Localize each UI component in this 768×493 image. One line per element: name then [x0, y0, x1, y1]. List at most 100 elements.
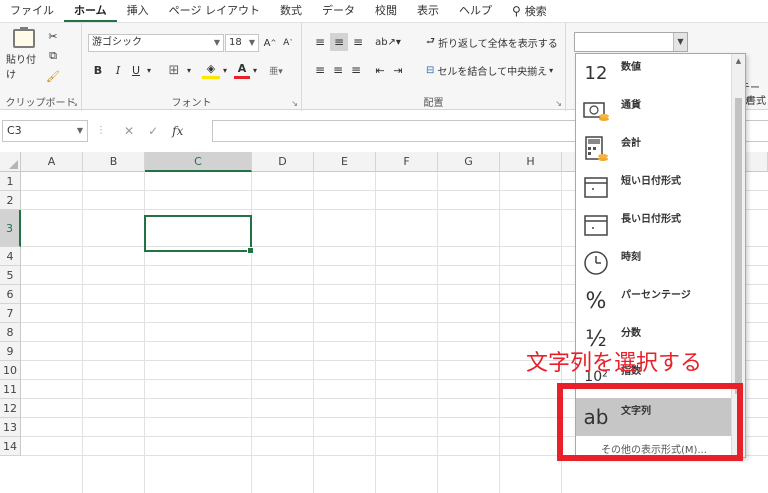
merge-center-button[interactable]: ⊟ セルを結合して中央揃え ▾: [426, 61, 562, 79]
merge-center-label: セルを結合して中央揃え: [437, 66, 548, 78]
wrap-text-button[interactable]: ⮐ 折り返して全体を表示する: [426, 33, 558, 51]
formula-actions: ✕ ✓ fx: [114, 120, 214, 142]
selected-cell-c3[interactable]: [144, 215, 254, 254]
align-center-icon[interactable]: ≡: [330, 61, 346, 79]
alignment-group: ≡ ≡ ≡ ab↗▾ ⮐ 折り返して全体を表示する ≡ ≡ ≡ ⇤ ⇥ ⊟ セルを結…: [302, 23, 566, 111]
number-format-icon: 12: [584, 62, 608, 84]
row-header-11[interactable]: 11: [0, 380, 21, 399]
wrap-text-label: 折り返して全体を表示する: [438, 38, 558, 50]
row-header-9[interactable]: 9: [0, 342, 21, 361]
format-item-label: パーセンテージ: [621, 290, 691, 301]
chevron-down-icon: ▾: [549, 65, 554, 75]
confirm-icon[interactable]: ✓: [148, 124, 158, 138]
format-item-label: 長い日付形式: [621, 214, 681, 225]
row-header-2[interactable]: 2: [0, 191, 21, 210]
tab-help[interactable]: ヘルプ: [449, 0, 502, 22]
cut-icon[interactable]: ✂: [46, 29, 60, 43]
tab-file[interactable]: ファイル: [0, 0, 64, 22]
font-color-icon[interactable]: A: [234, 61, 250, 79]
tab-review[interactable]: 校閲: [365, 0, 407, 22]
format-item-time[interactable]: 時刻: [576, 244, 732, 282]
row-header-7[interactable]: 7: [0, 304, 21, 323]
copy-icon[interactable]: ⧉: [46, 49, 60, 63]
format-item-label: 短い日付形式: [621, 176, 681, 187]
italic-button[interactable]: I: [110, 61, 126, 79]
row-header-3[interactable]: 3: [0, 210, 21, 247]
column-header-h[interactable]: H: [500, 152, 562, 172]
chevron-down-icon[interactable]: ▾: [184, 61, 194, 79]
font-group-label: フォント: [171, 98, 212, 109]
alignment-launcher-icon[interactable]: ↘: [555, 99, 562, 108]
align-right-icon[interactable]: ≡: [348, 61, 364, 79]
paste-button[interactable]: 貼り付け: [6, 27, 42, 81]
column-header-e[interactable]: E: [314, 152, 376, 172]
row-header-14[interactable]: 14: [0, 437, 21, 456]
currency-icon: [579, 95, 613, 127]
select-all-button[interactable]: [0, 152, 21, 172]
row-header-13[interactable]: 13: [0, 418, 21, 437]
align-top-icon[interactable]: ≡: [312, 33, 328, 51]
row-header-8[interactable]: 8: [0, 323, 21, 342]
tab-page-layout[interactable]: ページ レイアウト: [159, 0, 270, 22]
paste-label: 貼り付け: [6, 55, 36, 81]
chevron-down-icon: ▼: [213, 38, 220, 47]
format-item-long-date[interactable]: 長い日付形式: [576, 206, 732, 244]
row-header-12[interactable]: 12: [0, 399, 21, 418]
chevron-down-icon[interactable]: ▼: [673, 33, 687, 51]
phonetic-icon[interactable]: 亜▾: [266, 61, 286, 79]
column-header-c[interactable]: C: [145, 152, 252, 172]
cancel-icon[interactable]: ✕: [124, 124, 134, 138]
format-item-short-date[interactable]: 短い日付形式: [576, 168, 732, 206]
column-header-g[interactable]: G: [438, 152, 500, 172]
row-header-10[interactable]: 10: [0, 361, 21, 380]
column-header-f[interactable]: F: [376, 152, 438, 172]
tab-data[interactable]: データ: [312, 0, 365, 22]
tab-formulas[interactable]: 数式: [270, 0, 312, 22]
gridline: [437, 172, 438, 493]
paste-icon: [13, 27, 35, 48]
chevron-down-icon[interactable]: ▾: [250, 61, 260, 79]
scrollbar-thumb[interactable]: [735, 98, 742, 394]
insert-function-icon[interactable]: fx: [172, 124, 183, 138]
format-item-percentage[interactable]: % パーセンテージ: [576, 282, 732, 320]
align-middle-icon[interactable]: ≡: [330, 33, 348, 51]
row-header-5[interactable]: 5: [0, 266, 21, 285]
font-size-combo[interactable]: 18 ▼: [225, 34, 259, 52]
format-painter-icon[interactable]: 🖌: [46, 69, 60, 83]
tab-search[interactable]: ⚲ 検索: [502, 0, 557, 22]
format-item-number[interactable]: 12 数値: [576, 54, 732, 92]
number-format-combo[interactable]: ▼: [574, 32, 688, 52]
row-header-4[interactable]: 4: [0, 247, 21, 266]
bold-button[interactable]: B: [90, 61, 106, 79]
search-icon: ⚲: [511, 4, 521, 18]
column-header-b[interactable]: B: [83, 152, 145, 172]
decrease-indent-icon[interactable]: ⇤: [372, 61, 388, 79]
fill-color-icon[interactable]: ◈: [202, 61, 220, 79]
chevron-down-icon[interactable]: ▾: [144, 61, 154, 79]
increase-indent-icon[interactable]: ⇥: [390, 61, 406, 79]
clipboard-launcher-icon[interactable]: ↘: [71, 99, 78, 108]
format-item-currency[interactable]: 通貨: [576, 92, 732, 130]
format-item-accounting[interactable]: 会計: [576, 130, 732, 168]
font-launcher-icon[interactable]: ↘: [291, 99, 298, 108]
underline-button[interactable]: U: [128, 61, 144, 79]
scroll-up-icon[interactable]: ▲: [732, 54, 745, 68]
borders-icon[interactable]: ⊞: [164, 61, 184, 79]
chevron-down-icon[interactable]: ▾: [220, 61, 230, 79]
tab-home[interactable]: ホーム: [64, 0, 117, 22]
grow-font-button[interactable]: A ^: [262, 34, 278, 52]
format-item-label: 数値: [621, 62, 641, 73]
orientation-icon[interactable]: ab↗▾: [374, 33, 402, 51]
column-header-d[interactable]: D: [252, 152, 314, 172]
font-name-combo[interactable]: 游ゴシック ▼: [88, 34, 224, 52]
tab-view[interactable]: 表示: [407, 0, 449, 22]
shrink-font-button[interactable]: Aˇ: [280, 34, 296, 52]
annotation-highlight-box: [557, 383, 743, 461]
tab-insert[interactable]: 挿入: [117, 0, 159, 22]
name-box[interactable]: C3 ▼: [2, 120, 88, 142]
column-header-a[interactable]: A: [21, 152, 83, 172]
row-header-1[interactable]: 1: [0, 172, 21, 191]
align-left-icon[interactable]: ≡: [312, 61, 328, 79]
row-header-6[interactable]: 6: [0, 285, 21, 304]
align-bottom-icon[interactable]: ≡: [350, 33, 366, 51]
